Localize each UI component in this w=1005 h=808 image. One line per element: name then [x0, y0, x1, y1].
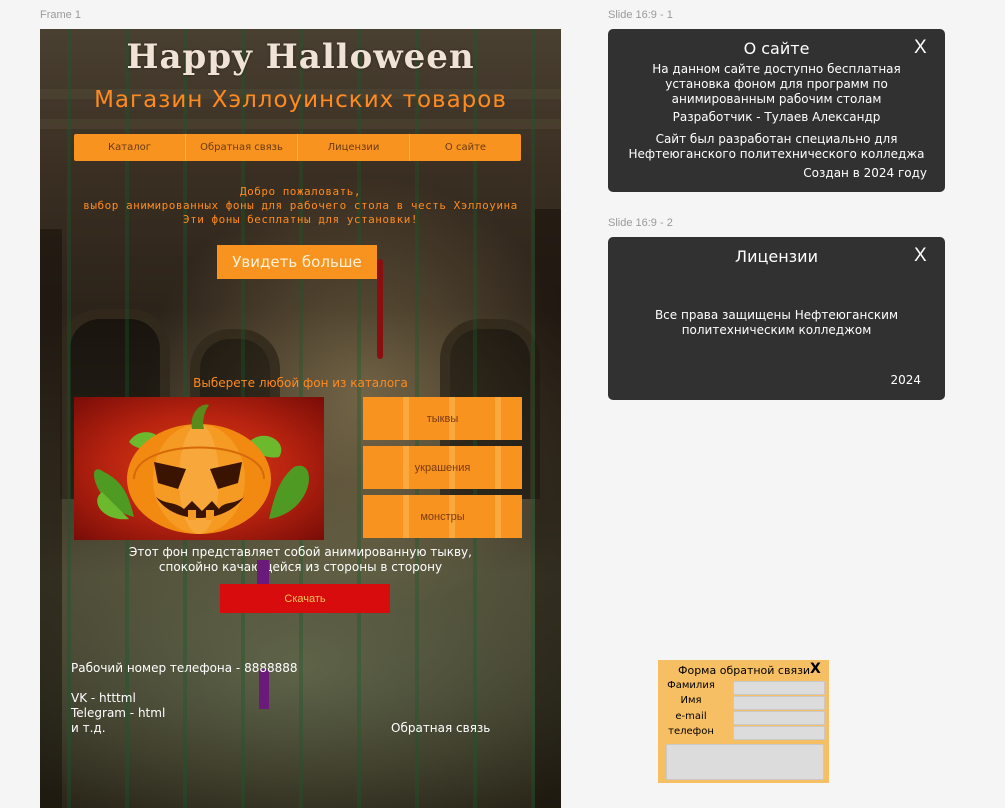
category-pumpkins-button[interactable]: тыквы	[363, 397, 522, 440]
about-modal: О сайте X На данном сайте доступно беспл…	[608, 29, 945, 192]
licenses-line: политехническим колледжом	[681, 323, 872, 337]
ceiling-beam	[40, 119, 561, 129]
download-button[interactable]: Скачать	[220, 584, 390, 613]
site-title: Happy Halloween	[126, 37, 475, 77]
nav-about[interactable]: О сайте	[410, 134, 521, 161]
licenses-text: Все права защищены Нефтеюганским политех…	[608, 308, 945, 338]
field-label-name: Имя	[680, 695, 702, 706]
about-developer: Разработчик - Тулаев Александр	[672, 110, 881, 124]
licenses-year: 2024	[890, 373, 921, 387]
field-label-email: e-mail	[675, 711, 707, 722]
feedback-form-title: Форма обратной связи	[678, 664, 811, 677]
pillar-decor	[535, 209, 561, 808]
pumpkin-icon	[94, 404, 309, 534]
about-title: О сайте	[743, 39, 810, 58]
social-etc: и т.д.	[71, 721, 106, 735]
about-line: анимированным рабочим столам	[671, 92, 882, 106]
pumpkin-preview-image	[74, 397, 324, 540]
nav-licenses[interactable]: Лицензии	[298, 134, 410, 161]
about-line: Сайт был разработан специально для	[655, 132, 898, 146]
close-icon[interactable]: X	[914, 37, 927, 59]
about-description: На данном сайте доступно бесплатная уста…	[608, 62, 945, 107]
about-made-for: Сайт был разработан специально для Нефте…	[608, 132, 945, 162]
field-label-phone: телефон	[668, 726, 714, 737]
about-line: На данном сайте доступно бесплатная	[652, 62, 901, 76]
catalog-prompt: Выберете любой фон из каталога	[193, 376, 408, 390]
site-frame: Happy Halloween Магазин Хэллоуинских тов…	[40, 29, 561, 808]
main-nav: Каталог Обратная связь Лицензии О сайте	[74, 134, 521, 161]
licenses-line: Все права защищены Нефтеюганским	[654, 308, 899, 322]
slide-label: Slide 16:9 - 2	[608, 217, 673, 229]
phone-number: Рабочий номер телефона - 8888888	[71, 661, 298, 675]
phone-field[interactable]	[733, 726, 825, 740]
category-decorations-button[interactable]: украшения	[363, 446, 522, 489]
description-line: спокойно качающейся из стороны в сторону	[158, 560, 443, 574]
feedback-form: Форма обратной связи X Фамилия Имя e-mai…	[658, 660, 829, 783]
figure-decor	[259, 669, 269, 709]
close-icon[interactable]: X	[810, 661, 821, 677]
welcome-text: Добро пожаловать, выбор анимированных фо…	[40, 185, 561, 227]
welcome-line: выбор анимированных фоны для рабочего ст…	[83, 199, 518, 212]
nav-catalog[interactable]: Каталог	[74, 134, 186, 161]
see-more-button[interactable]: Увидеть больше	[217, 245, 377, 279]
slide-label: Slide 16:9 - 1	[608, 9, 673, 21]
feedback-link[interactable]: Обратная связь	[391, 721, 490, 735]
licenses-modal: Лицензии X Все права защищены Нефтеюганс…	[608, 237, 945, 400]
about-line: установка фоном для программ по	[665, 77, 888, 91]
welcome-line: Добро пожаловать,	[239, 185, 362, 198]
welcome-line: Эти фоны бесплатны для установки!	[182, 213, 419, 226]
field-label-surname: Фамилия	[667, 680, 715, 691]
site-subtitle: Магазин Хэллоуинских товаров	[94, 87, 507, 113]
frame-label: Frame 1	[40, 9, 81, 21]
nav-feedback[interactable]: Обратная связь	[186, 134, 298, 161]
category-monsters-button[interactable]: монстры	[363, 495, 522, 538]
licenses-title: Лицензии	[735, 247, 818, 266]
pillar-decor	[40, 229, 62, 808]
drip-decor	[377, 259, 383, 359]
social-links: VK - htttml Telegram - html и т.д.	[71, 691, 165, 736]
social-telegram-link[interactable]: Telegram - html	[71, 706, 165, 721]
name-field[interactable]	[733, 696, 825, 710]
message-field[interactable]	[666, 744, 824, 780]
email-field[interactable]	[733, 711, 825, 725]
social-vk-link[interactable]: VK - htttml	[71, 691, 165, 706]
about-created: Создан в 2024 году	[803, 166, 927, 180]
background-description: Этот фон представляет собой анимированну…	[40, 545, 561, 575]
close-icon[interactable]: X	[914, 245, 927, 267]
surname-field[interactable]	[733, 681, 825, 695]
about-line: Нефтеюганского политехнического колледжа	[628, 147, 925, 161]
description-line: Этот фон представляет собой анимированну…	[129, 545, 472, 559]
